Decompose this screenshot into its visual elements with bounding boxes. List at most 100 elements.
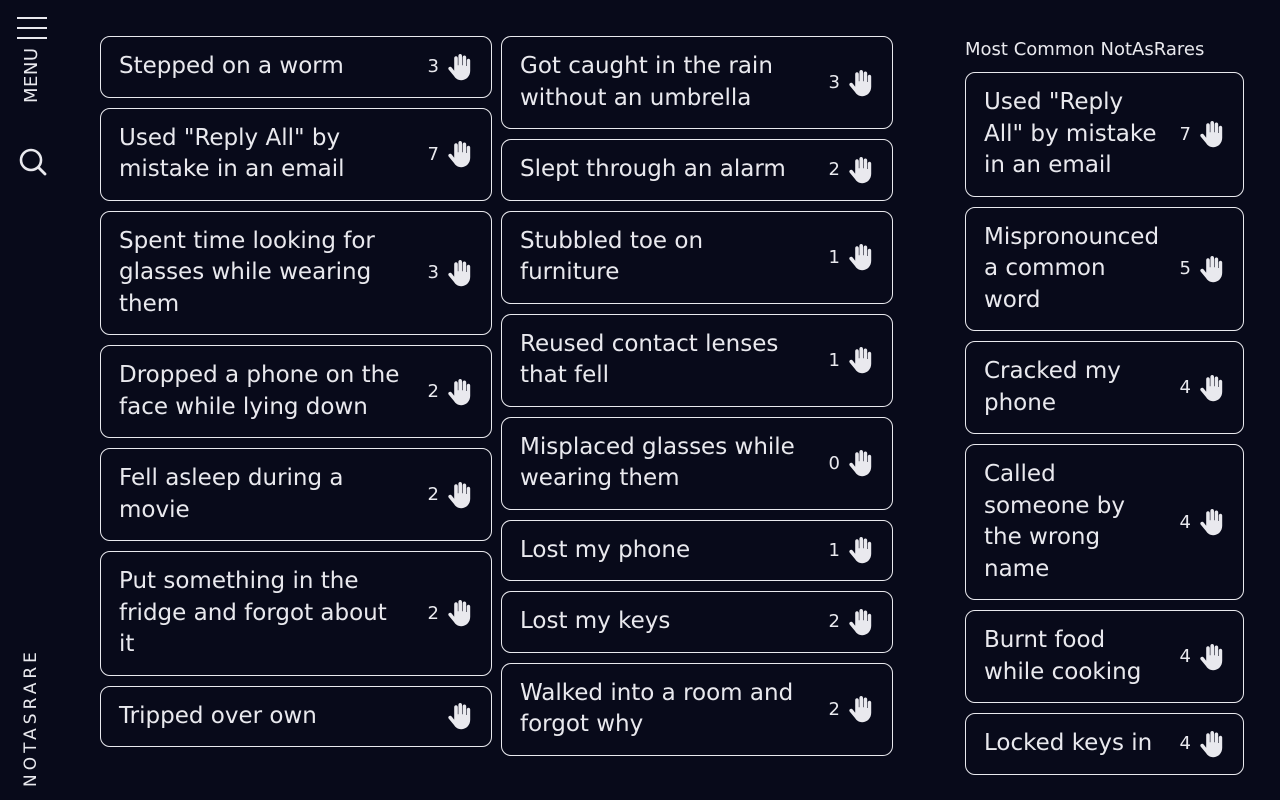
card-count-wrap: 1 [829, 536, 874, 564]
card-count: 0 [828, 452, 840, 474]
card-count: 4 [1179, 377, 1191, 398]
raised-hand-icon[interactable] [848, 608, 874, 636]
raised-hand-icon[interactable] [447, 702, 473, 730]
notasrare-card[interactable]: Spent time looking for glasses while wea… [100, 210, 492, 335]
card-count: 1 [828, 349, 840, 371]
card-count-wrap: 3 [829, 69, 874, 97]
raised-hand-icon[interactable] [848, 156, 874, 184]
card-count-wrap: 2 [428, 599, 473, 627]
card-text: Stubbled toe on furniture [520, 227, 704, 286]
card-text: Locked keys in [984, 730, 1153, 756]
notasrare-card[interactable]: Burnt food while cooking 4 [965, 610, 1244, 703]
raised-hand-icon[interactable] [447, 140, 473, 168]
notasrare-card[interactable]: Slept through an alarm 2 [501, 139, 893, 201]
card-count: 2 [828, 611, 840, 633]
card-count: 5 [1179, 258, 1191, 280]
card-count: 2 [427, 484, 439, 505]
notasrare-card[interactable]: Tripped over own [100, 685, 492, 747]
card-count-wrap: 4 [1180, 643, 1225, 671]
raised-hand-icon[interactable] [447, 599, 473, 627]
notasrare-card[interactable]: Used "Reply All" by mistake in an email … [100, 107, 492, 201]
card-count: 7 [427, 143, 439, 165]
notasrare-card[interactable]: Got caught in the rain without an umbrel… [501, 36, 893, 129]
card-count: 2 [828, 698, 840, 720]
raised-hand-icon[interactable] [447, 378, 473, 406]
card-text: Got caught in the rain without an umbrel… [520, 53, 773, 111]
raised-hand-icon[interactable] [1199, 508, 1225, 536]
card-text: Cracked my phone [984, 358, 1121, 416]
card-count: 2 [427, 381, 439, 402]
raised-hand-icon[interactable] [447, 259, 473, 287]
notasrare-card[interactable]: Lost my keys 2 [501, 591, 893, 653]
card-count-wrap: 3 [428, 53, 473, 81]
raised-hand-icon[interactable] [848, 346, 874, 374]
card-count-wrap: 4 [1180, 374, 1225, 402]
card-count-wrap: 2 [829, 608, 874, 636]
card-count-wrap: 2 [829, 156, 874, 184]
notasrare-card[interactable]: Dropped a phone on the face while lying … [100, 345, 492, 438]
card-count: 4 [1179, 646, 1191, 667]
notasrare-card[interactable]: Walked into a room and forgot why 2 [501, 662, 893, 756]
raised-hand-icon[interactable] [1199, 643, 1225, 671]
card-count-wrap: 4 [1180, 508, 1225, 536]
notasrare-card[interactable]: Cracked my phone 4 [965, 341, 1244, 434]
card-text: Walked into a room and forgot why [520, 679, 794, 738]
menu-label[interactable]: MENU [21, 47, 42, 103]
card-text: Used "Reply All" by mistake in an email [119, 124, 345, 183]
card-text: Dropped a phone on the face while lying … [119, 362, 400, 420]
raised-hand-icon[interactable] [1199, 255, 1225, 283]
brand-logo[interactable]: NOTASRARE [21, 648, 41, 787]
notasrare-card[interactable]: Misplaced glasses while wearing them 0 [501, 416, 893, 510]
notasrare-card[interactable]: Locked keys in 4 [965, 713, 1244, 775]
most-common-sidebar: Most Common NotAsRares Used "Reply All" … [965, 38, 1244, 775]
card-text: Called someone by the wrong name [984, 461, 1125, 582]
raised-hand-icon[interactable] [1199, 730, 1225, 758]
card-count: 2 [828, 159, 840, 181]
notasrare-card[interactable]: Called someone by the wrong name 4 [965, 444, 1244, 600]
feed-column-1: Stepped on a worm 3 Used "Reply All" by … [100, 36, 492, 747]
card-text: Lost my phone [520, 536, 691, 563]
card-text: Lost my keys [520, 608, 671, 634]
notasrare-card[interactable]: Stubbled toe on furniture 1 [501, 210, 893, 304]
card-count-wrap: 2 [428, 481, 473, 509]
card-count-wrap: 7 [428, 140, 473, 168]
raised-hand-icon[interactable] [848, 695, 874, 723]
raised-hand-icon[interactable] [1199, 120, 1225, 148]
card-count-wrap: 2 [829, 695, 874, 723]
card-text: Slept through an alarm [520, 156, 786, 182]
card-count: 1 [828, 539, 840, 561]
sidebar-title: Most Common NotAsRares [965, 39, 1205, 60]
raised-hand-icon[interactable] [848, 69, 874, 97]
raised-hand-icon[interactable] [447, 53, 473, 81]
raised-hand-icon[interactable] [848, 536, 874, 564]
notasrare-card[interactable]: Lost my phone 1 [501, 519, 893, 581]
hamburger-icon[interactable] [17, 17, 47, 39]
card-count: 3 [427, 262, 439, 284]
raised-hand-icon[interactable] [848, 243, 874, 271]
card-count-wrap: 0 [829, 449, 874, 477]
card-text: Tripped over own [119, 702, 317, 729]
card-text: Used "Reply All" by mistake in an email [984, 89, 1157, 178]
card-count: 1 [828, 246, 840, 268]
card-text: Spent time looking for glasses while wea… [119, 227, 375, 317]
card-text: Mispronounced a common word [984, 223, 1160, 313]
raised-hand-icon[interactable] [447, 481, 473, 509]
notasrare-card[interactable]: Put something in the fridge and forgot a… [100, 551, 492, 676]
card-count-wrap [429, 702, 473, 730]
notasrare-card[interactable]: Mispronounced a common word 5 [965, 206, 1244, 331]
card-text: Burnt food while cooking [984, 627, 1142, 685]
notasrare-card[interactable]: Used "Reply All" by mistake in an email … [965, 72, 1244, 197]
card-count: 2 [427, 602, 439, 624]
notasrare-card[interactable]: Fell asleep during a movie 2 [100, 448, 492, 541]
notasrare-card[interactable]: Reused contact lenses that fell 1 [501, 313, 893, 407]
sidebar-list: Used "Reply All" by mistake in an email … [965, 72, 1244, 775]
card-text: Fell asleep during a movie [119, 465, 344, 523]
card-count: 4 [1179, 733, 1191, 755]
search-icon[interactable] [18, 147, 48, 177]
card-count-wrap: 2 [428, 378, 473, 406]
card-count: 7 [1179, 123, 1191, 145]
notasrare-card[interactable]: Stepped on a worm 3 [100, 36, 492, 98]
raised-hand-icon[interactable] [1199, 374, 1225, 402]
raised-hand-icon[interactable] [848, 449, 874, 477]
card-count-wrap: 4 [1180, 730, 1225, 758]
